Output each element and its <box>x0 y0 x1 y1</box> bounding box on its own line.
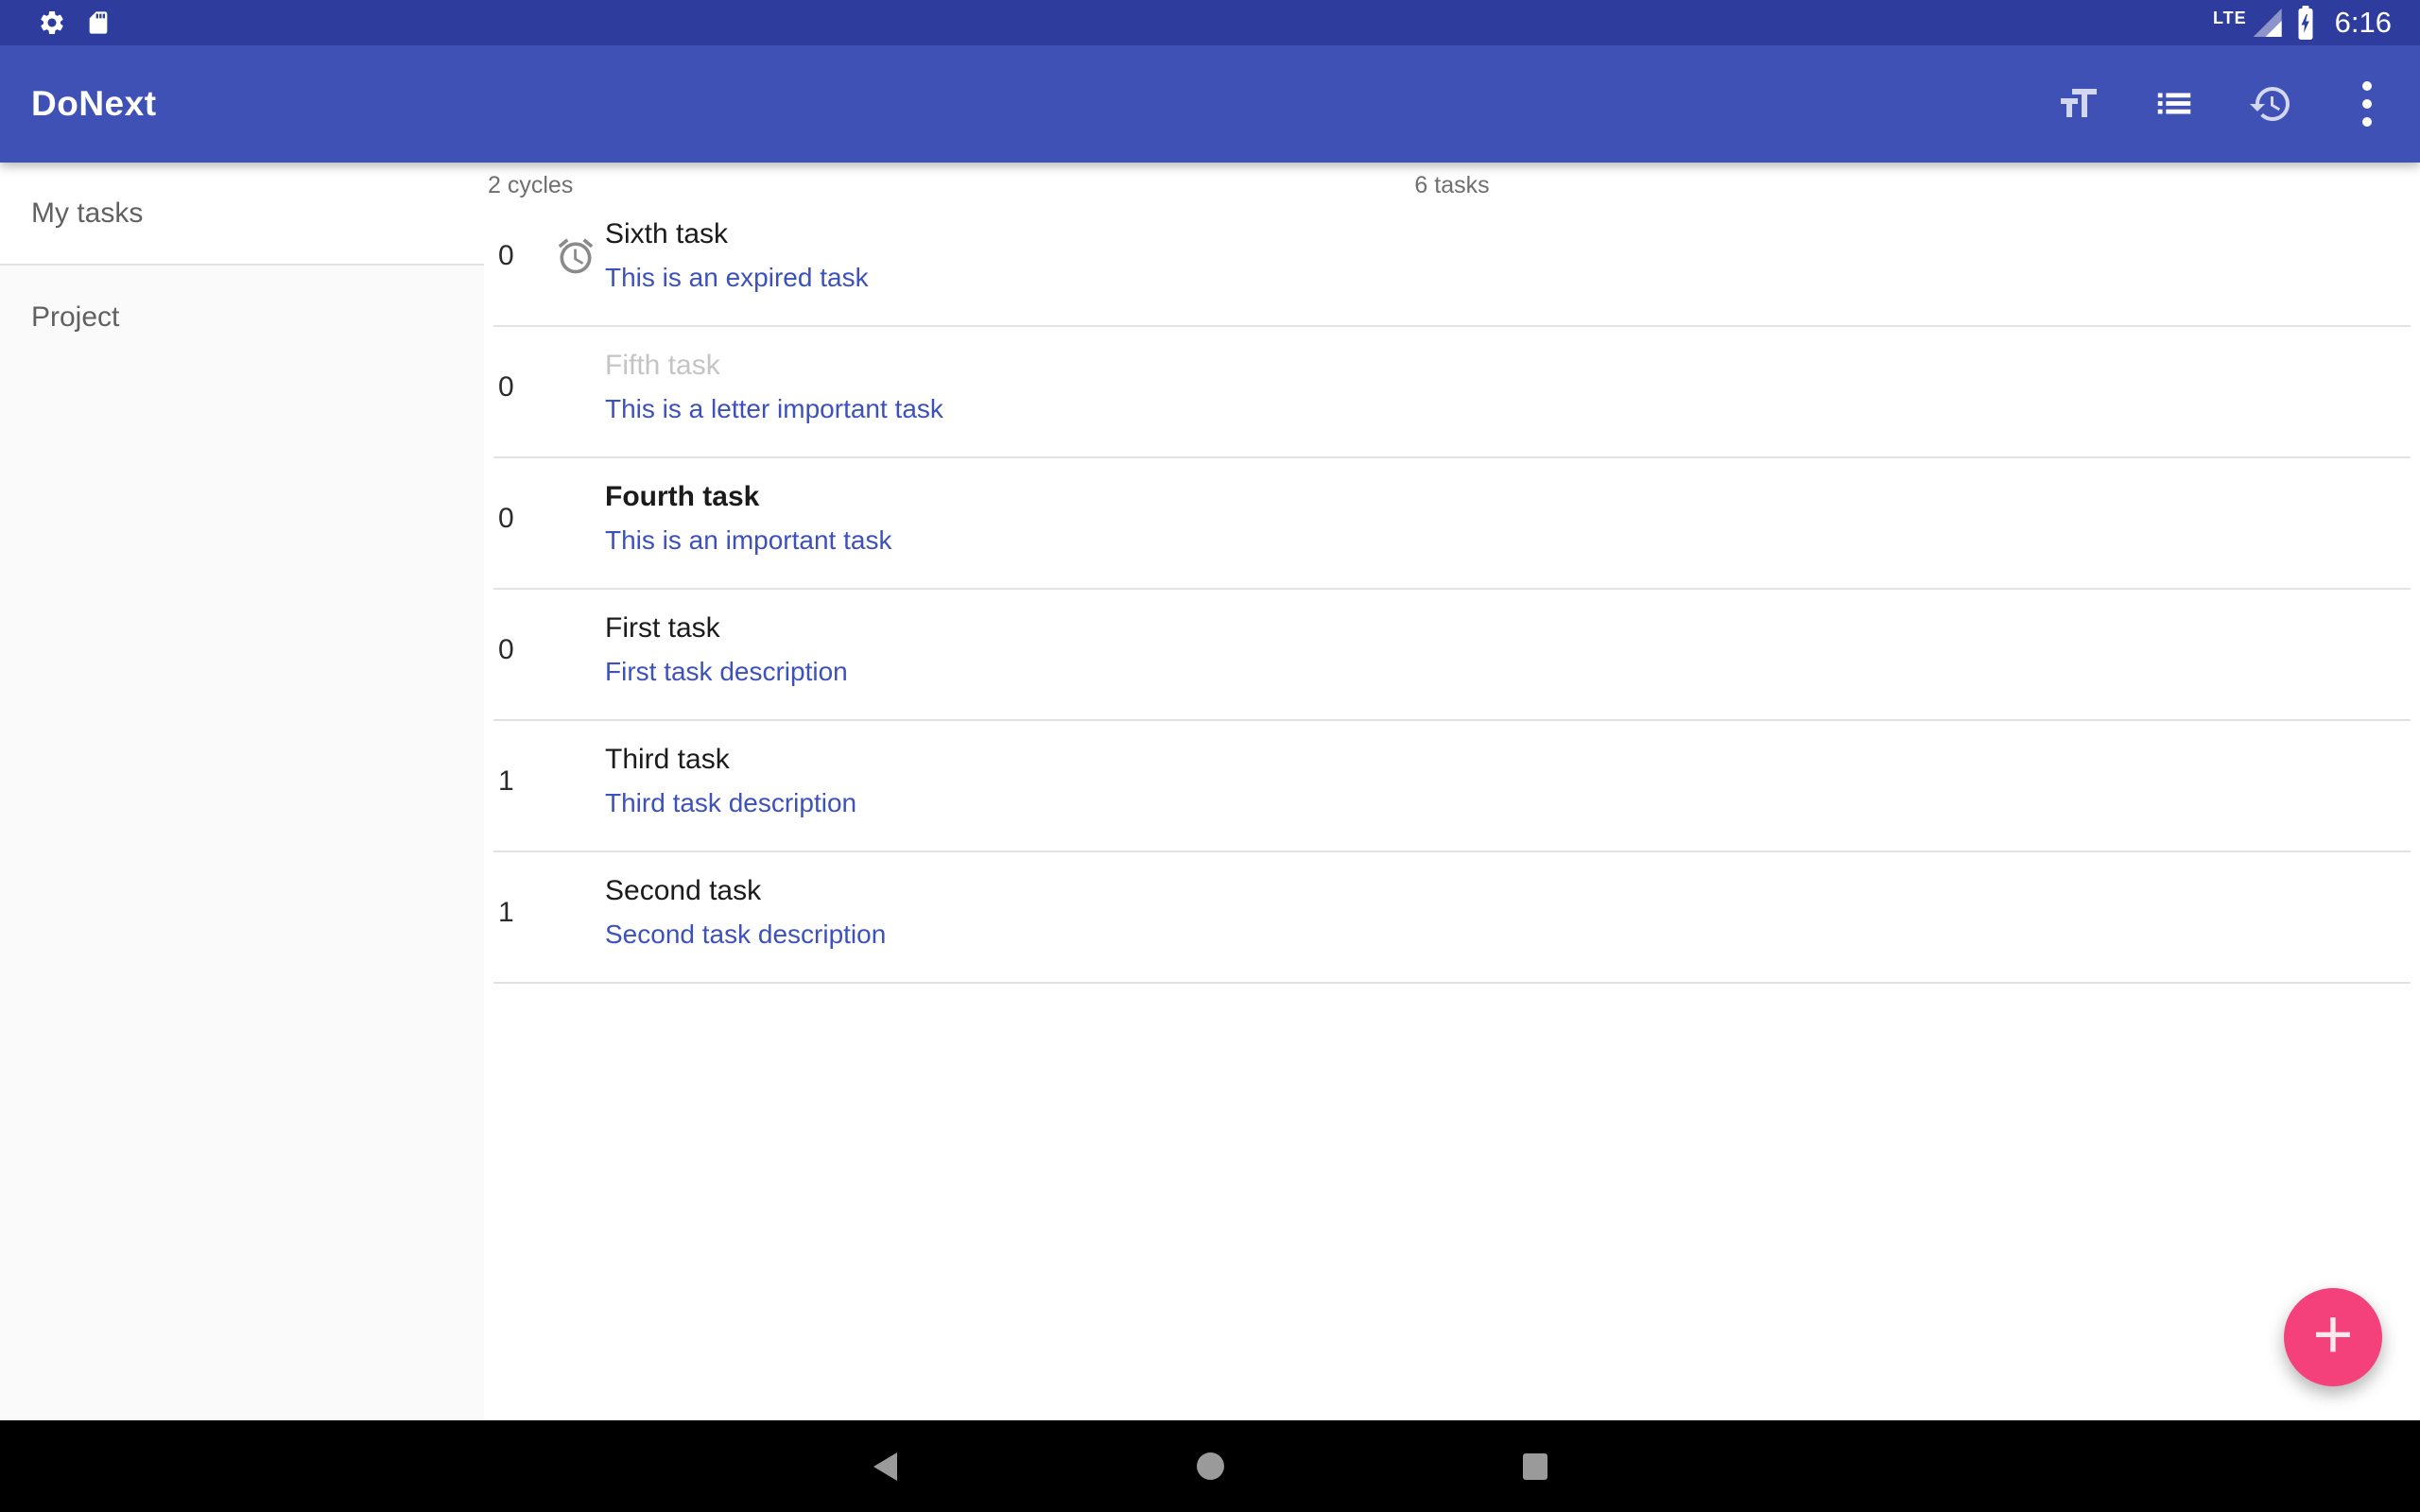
task-row[interactable]: 0 Sixth task This is an expired task <box>493 196 2411 327</box>
sd-card-icon <box>85 8 112 38</box>
task-title: Fourth task <box>605 481 891 514</box>
settings-icon <box>38 9 66 37</box>
tasks-count-header: 6 tasks <box>1414 172 1489 199</box>
app-title: DoNext <box>31 84 157 124</box>
history-icon <box>2248 81 2293 127</box>
task-cycle-count: 1 <box>493 897 545 929</box>
task-row[interactable]: 0 First task First task description <box>493 590 2411 721</box>
task-row[interactable]: 1 Third task Third task description <box>493 721 2411 852</box>
home-button[interactable] <box>1187 1444 1233 1489</box>
back-icon <box>873 1452 897 1481</box>
recents-button[interactable] <box>1512 1444 1558 1489</box>
screen: LTE 6:16 DoNext <box>0 0 2420 1512</box>
task-cycle-count: 0 <box>493 634 545 666</box>
task-row[interactable]: 1 Second task Second task description <box>493 852 2411 984</box>
overflow-menu-button[interactable] <box>2344 81 2390 127</box>
task-description: Third task description <box>605 788 856 818</box>
task-icon-slot <box>545 498 605 540</box>
list-icon <box>2152 82 2196 126</box>
task-cycle-count: 0 <box>493 503 545 535</box>
text-size-button[interactable] <box>2055 81 2100 127</box>
task-description: Second task description <box>605 919 886 950</box>
navigation-bar <box>0 1420 2420 1512</box>
sidebar: My tasks Project <box>0 163 484 1420</box>
cycles-header: 2 cycles <box>488 172 573 199</box>
sidebar-item-label: My tasks <box>31 198 143 230</box>
task-description: This is an important task <box>605 525 891 556</box>
text-size-icon <box>2055 81 2100 127</box>
list-view-button[interactable] <box>2152 81 2197 127</box>
task-text: Fifth task This is a letter important ta… <box>605 350 943 424</box>
task-description: This is an expired task <box>605 263 869 293</box>
sidebar-item-my-tasks[interactable]: My tasks <box>0 163 484 266</box>
task-icon-slot <box>545 367 605 408</box>
task-title: Third task <box>605 744 856 777</box>
task-cycle-count: 1 <box>493 765 545 798</box>
list-headers: 2 cycles 6 tasks <box>484 163 2420 196</box>
task-text: Fourth task This is an important task <box>605 481 891 556</box>
task-cycle-count: 0 <box>493 240 545 272</box>
main-area: My tasks Project 2 cycles 6 tasks 0 Sixt… <box>0 163 2420 1420</box>
task-title: Sixth task <box>605 218 869 251</box>
history-button[interactable] <box>2248 81 2293 127</box>
task-list: 0 Sixth task This is an expired task 0 F… <box>493 196 2411 984</box>
task-text: Sixth task This is an expired task <box>605 218 869 293</box>
task-list-panel: 2 cycles 6 tasks 0 Sixth task This is an… <box>484 163 2420 1420</box>
task-text: First task First task description <box>605 612 848 687</box>
task-cycle-count: 0 <box>493 371 545 404</box>
task-title: Fifth task <box>605 350 943 383</box>
task-icon-slot <box>545 761 605 802</box>
battery-charging-icon <box>2294 4 2317 42</box>
signal-strength-icon <box>2254 9 2282 37</box>
task-title: First task <box>605 612 848 645</box>
status-bar-right: LTE 6:16 <box>2213 4 2392 42</box>
task-text: Second task Second task description <box>605 875 886 950</box>
app-bar: DoNext <box>0 45 2420 163</box>
task-description: This is a letter important task <box>605 394 943 424</box>
overflow-menu-icon <box>2362 81 2372 127</box>
sidebar-item-project[interactable]: Project <box>0 266 484 369</box>
task-text: Third task Third task description <box>605 744 856 818</box>
status-bar-left <box>38 8 112 38</box>
task-icon-slot <box>545 892 605 934</box>
task-row[interactable]: 0 Fifth task This is a letter important … <box>493 327 2411 458</box>
task-icon-slot <box>545 235 605 277</box>
back-button[interactable] <box>862 1444 908 1489</box>
status-bar: LTE 6:16 <box>0 0 2420 45</box>
clock-time: 6:16 <box>2335 6 2392 40</box>
add-task-fab[interactable]: + <box>2284 1288 2382 1386</box>
sidebar-item-label: Project <box>31 301 119 334</box>
app-bar-actions <box>2055 81 2390 127</box>
recents-icon <box>1523 1453 1547 1480</box>
plus-icon: + <box>2312 1299 2353 1369</box>
task-title: Second task <box>605 875 886 908</box>
home-icon <box>1197 1452 1224 1480</box>
alarm-icon <box>555 235 596 277</box>
task-description: First task description <box>605 657 848 687</box>
task-row[interactable]: 0 Fourth task This is an important task <box>493 458 2411 590</box>
task-icon-slot <box>545 629 605 671</box>
network-type-label: LTE <box>2213 9 2247 28</box>
